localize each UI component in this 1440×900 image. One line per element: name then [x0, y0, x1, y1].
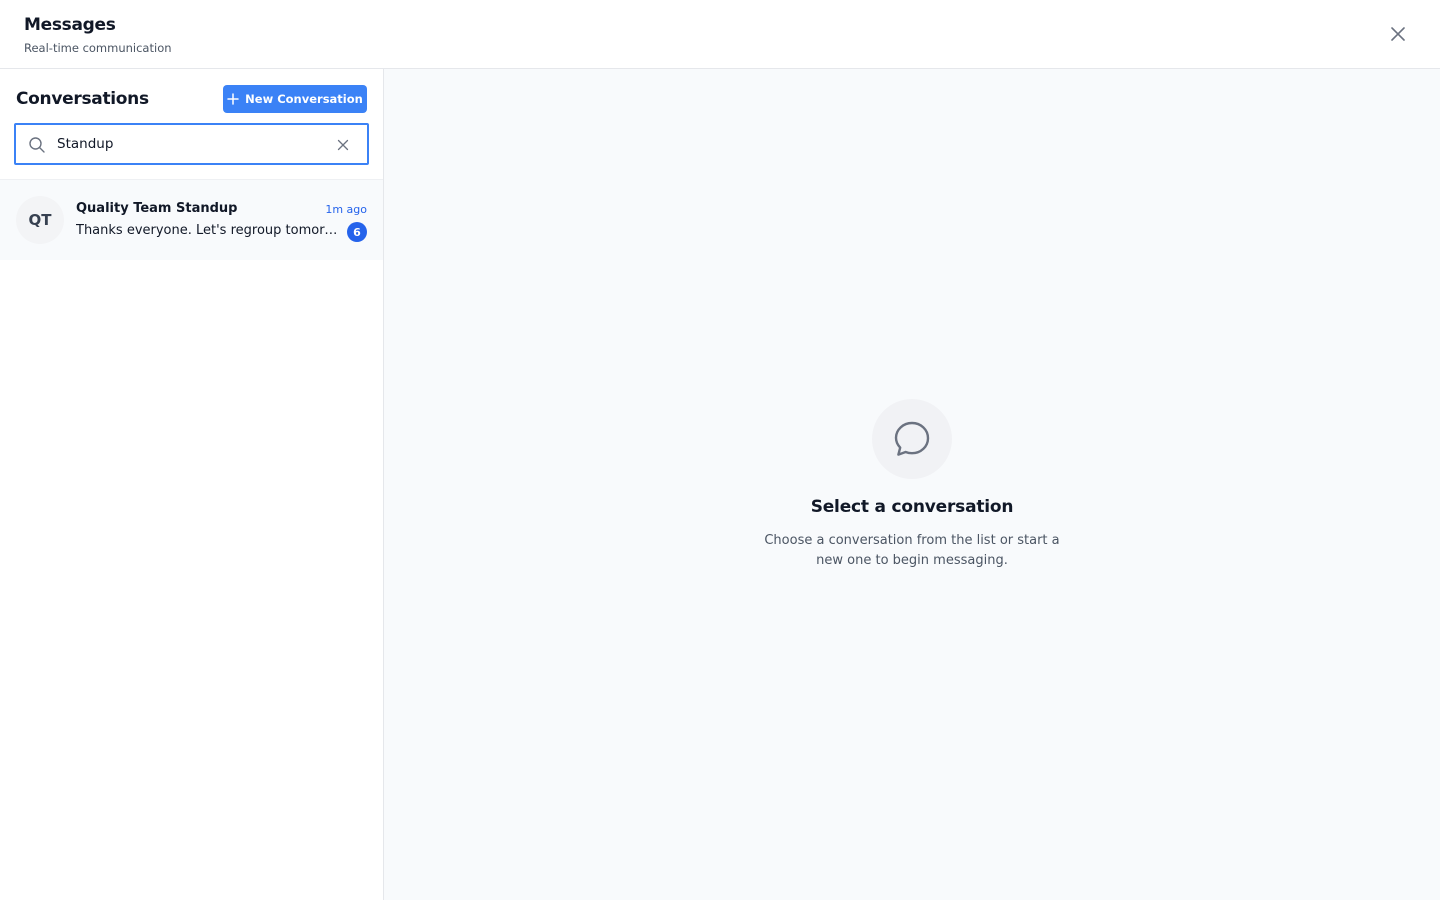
- page-title: Messages: [24, 15, 116, 35]
- clear-icon[interactable]: [335, 137, 351, 153]
- conversation-time: 1m ago: [325, 203, 367, 216]
- conversation-item[interactable]: QT Quality Team Standup 1m ago Thanks ev…: [0, 180, 383, 260]
- close-button[interactable]: [1386, 22, 1410, 46]
- conversation-name: Quality Team Standup: [76, 201, 238, 216]
- sidebar-title: Conversations: [16, 89, 149, 109]
- conversations-sidebar: Conversations New Conversation QT Qualit…: [0, 69, 384, 900]
- conversation-preview: Thanks everyone. Let's regroup tomorrow.: [76, 223, 338, 238]
- avatar: QT: [16, 196, 64, 244]
- unread-badge: 6: [347, 222, 367, 242]
- conversation-panel: Select a conversation Choose a conversat…: [384, 69, 1440, 900]
- empty-state-icon-container: [872, 399, 952, 479]
- close-icon: [1391, 27, 1405, 41]
- new-conversation-label: New Conversation: [245, 92, 363, 106]
- search-icon: [29, 137, 45, 153]
- empty-state-description: Choose a conversation from the list or s…: [764, 533, 1060, 568]
- plus-icon: [227, 93, 239, 105]
- search-input[interactable]: [57, 133, 327, 155]
- search-field[interactable]: [14, 123, 369, 165]
- app-header: Messages Real-time communication: [0, 0, 1440, 69]
- page-subtitle: Real-time communication: [24, 41, 172, 55]
- empty-state-title: Select a conversation: [810, 497, 1014, 517]
- chat-bubble-icon: [894, 421, 930, 456]
- new-conversation-button[interactable]: New Conversation: [223, 85, 367, 113]
- sidebar-header: Conversations New Conversation: [0, 69, 383, 180]
